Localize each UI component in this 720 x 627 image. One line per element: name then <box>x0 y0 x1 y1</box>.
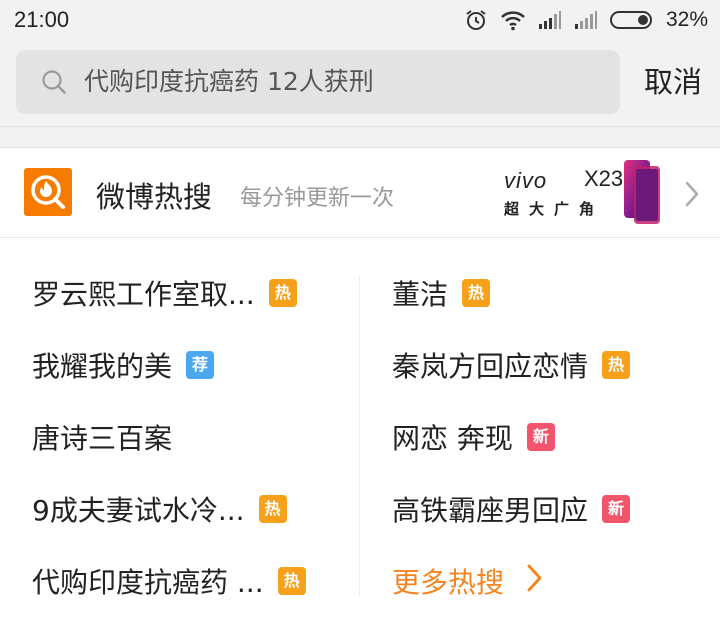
hot-item[interactable]: 9成夫妻试水冷... 热 <box>32 484 287 534</box>
hot-item[interactable]: 我耀我的美 荐 <box>32 340 215 390</box>
hot-search-subtitle: 每分钟更新一次 <box>240 186 395 211</box>
more-hot-search-label: 更多热搜 <box>392 566 505 599</box>
status-bar: 21:00 32% <box>0 0 720 42</box>
hot-item[interactable]: 唐诗三百案 <box>32 412 172 462</box>
recommend-badge: 荐 <box>186 351 215 379</box>
search-box[interactable]: 代购印度抗癌药 12人获刑 <box>16 50 620 114</box>
hot-search-list: 罗云熙工作室取... 热 我耀我的美 荐 唐诗三百案 9成夫妻试水冷... 热 … <box>0 238 720 627</box>
hot-item-label: 唐诗三百案 <box>32 422 173 455</box>
status-time: 21:00 <box>14 7 70 32</box>
search-icon <box>40 68 68 100</box>
hot-item-label: 高铁霸座男回应 <box>392 494 589 527</box>
battery-icon <box>609 10 654 30</box>
hot-item-label: 罗云熙工作室取... <box>32 278 255 311</box>
status-icons: 32% <box>464 8 708 32</box>
ad-brand: vivo <box>504 168 548 193</box>
phone-image <box>620 158 666 230</box>
signal-icon <box>538 10 562 30</box>
chevron-right-icon[interactable] <box>684 180 700 212</box>
hot-item-label: 代购印度抗癌药 ... <box>32 566 264 599</box>
hot-search-header[interactable]: 微博热搜 每分钟更新一次 vivo X23 超大广角 <box>0 148 720 238</box>
alarm-icon <box>464 8 488 32</box>
cancel-button[interactable]: 取消 <box>644 50 702 114</box>
hot-item-label: 董洁 <box>392 278 449 311</box>
hot-badge: 热 <box>277 567 306 595</box>
flame-search-icon <box>31 175 65 209</box>
hot-item[interactable]: 董洁 热 <box>392 268 491 318</box>
wifi-icon <box>500 9 526 31</box>
hot-badge: 热 <box>462 279 491 307</box>
hot-item[interactable]: 罗云熙工作室取... 热 <box>32 268 297 318</box>
hot-item-label: 9成夫妻试水冷... <box>32 494 245 527</box>
ad-tagline: 超大广角 <box>504 200 605 218</box>
hot-item[interactable]: 秦岚方回应恋情 热 <box>392 340 631 390</box>
hot-item-label: 网恋 奔现 <box>392 422 513 455</box>
ad-model: X23 <box>584 166 624 191</box>
hot-item-label: 秦岚方回应恋情 <box>392 350 589 383</box>
search-input[interactable]: 代购印度抗癌药 12人获刑 <box>84 50 374 114</box>
battery-percent: 32% <box>665 8 708 31</box>
hot-search-title: 微博热搜 <box>96 180 213 214</box>
hot-item[interactable]: 代购印度抗癌药 ... 热 <box>32 556 306 606</box>
hot-search-logo <box>24 168 72 216</box>
hot-item[interactable]: 网恋 奔现 新 <box>392 412 555 462</box>
signal-icon <box>574 10 598 30</box>
new-badge: 新 <box>526 423 555 451</box>
section-divider <box>0 126 720 148</box>
column-divider <box>359 276 360 596</box>
hot-badge: 热 <box>268 279 297 307</box>
hot-item[interactable]: 高铁霸座男回应 新 <box>392 484 631 534</box>
hot-badge: 热 <box>258 495 287 523</box>
hot-badge: 热 <box>602 351 631 379</box>
search-header: 代购印度抗癌药 12人获刑 取消 <box>0 42 720 126</box>
advertisement-banner[interactable]: vivo X23 超大广角 <box>500 160 670 226</box>
hot-item-label: 我耀我的美 <box>32 350 173 383</box>
new-badge: 新 <box>602 495 631 523</box>
more-hot-search-link[interactable]: 更多热搜 <box>392 556 544 606</box>
chevron-right-icon <box>526 563 544 600</box>
